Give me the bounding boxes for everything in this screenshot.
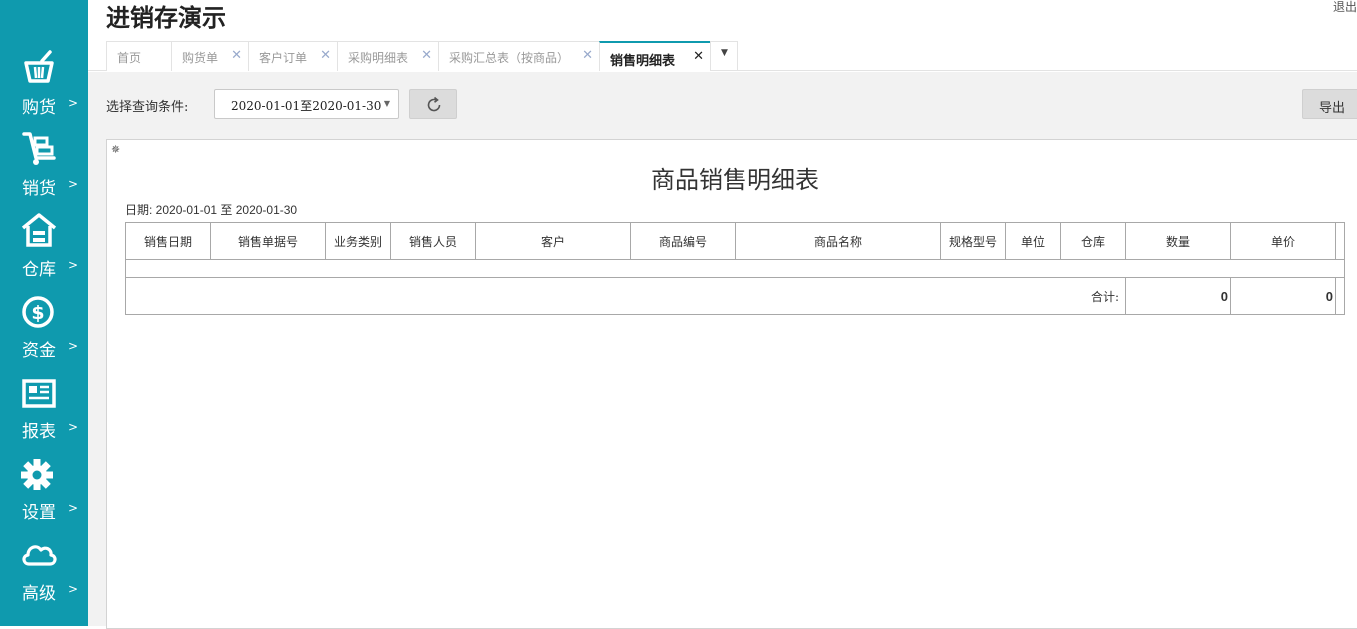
basket-icon — [24, 50, 54, 83]
sidebar-item-reports[interactable]: 报表 > — [0, 367, 88, 448]
settings-gear-icon[interactable]: ✵ — [111, 143, 120, 156]
sidebar-item-label: 报表 — [22, 422, 56, 442]
sidebar-item-label: 购货 — [22, 98, 56, 118]
table-total-row: 合计: 0 0 — [125, 277, 1345, 315]
caret-down-icon: ▼ — [721, 48, 728, 58]
column-header[interactable]: 数量 — [1125, 222, 1231, 260]
column-header[interactable]: 销售人员 — [390, 222, 476, 260]
refresh-icon — [427, 96, 441, 112]
tab-home[interactable]: 首页 — [106, 41, 172, 71]
column-header[interactable]: 销售日期 — [125, 222, 211, 260]
tab-purchase-order[interactable]: 购货单 ✕ — [171, 41, 249, 71]
chevron-right-icon: > — [68, 339, 79, 353]
close-icon[interactable]: ✕ — [231, 48, 242, 63]
column-header[interactable]: 业务类别 — [325, 222, 391, 260]
logout-link[interactable]: 退出 — [1333, 0, 1357, 15]
sidebar-item-label: 高级 — [22, 584, 56, 604]
total-overflow-cell — [1335, 277, 1345, 315]
dollar-circle-icon: $ — [22, 296, 54, 328]
sidebar-item-label: 销货 — [22, 179, 56, 199]
report-panel: ✵ 商品销售明细表 日期: 2020-01-01 至 2020-01-30 销售… — [106, 139, 1357, 629]
top-bar: 进销存演示 退出 首页 购货单 ✕ 客户订单 ✕ 采购明细表 ✕ 采购汇总表（按… — [88, 0, 1357, 71]
chevron-right-icon: > — [68, 96, 79, 110]
date-range-select[interactable]: 2020-01-01至2020-01-30 ▼ — [214, 89, 399, 119]
tab-label: 采购汇总表（按商品） — [449, 51, 570, 65]
cloud-icon — [22, 545, 57, 566]
sidebar-item-sales[interactable]: 销货 > — [0, 124, 88, 205]
close-icon[interactable]: ✕ — [320, 48, 331, 63]
sidebar: 购货 > 销货 > 仓库 > $ 资金 > 报表 > 设置 > 高级 > — [0, 0, 88, 626]
app-title: 进销存演示 — [106, 4, 226, 32]
tab-purchase-detail[interactable]: 采购明细表 ✕ — [337, 41, 439, 71]
chevron-right-icon: > — [68, 258, 79, 272]
export-label: 导出 — [1319, 101, 1346, 116]
report-table: 销售日期 销售单据号 业务类别 销售人员 客户 商品编号 商品名称 规格型号 单… — [125, 222, 1345, 315]
column-header-overflow — [1335, 222, 1345, 260]
export-button[interactable]: 导出 — [1302, 89, 1357, 119]
sidebar-item-funds[interactable]: $ 资金 > — [0, 286, 88, 367]
empty-cell — [125, 259, 1345, 278]
column-header[interactable]: 客户 — [475, 222, 631, 260]
total-label: 合计: — [125, 277, 1126, 315]
chevron-right-icon: > — [68, 582, 79, 596]
tab-purchase-summary[interactable]: 采购汇总表（按商品） ✕ — [438, 41, 600, 71]
report-date-range: 日期: 2020-01-01 至 2020-01-30 — [125, 203, 298, 217]
chevron-right-icon: > — [68, 420, 79, 434]
tab-sales-detail[interactable]: 销售明细表 ✕ — [599, 41, 711, 71]
warehouse-icon — [21, 213, 57, 247]
sidebar-item-label: 资金 — [22, 341, 56, 361]
refresh-button[interactable] — [409, 89, 457, 119]
column-header[interactable]: 商品编号 — [630, 222, 736, 260]
sidebar-item-advanced[interactable]: 高级 > — [0, 529, 88, 610]
table-header-row: 销售日期 销售单据号 业务类别 销售人员 客户 商品编号 商品名称 规格型号 单… — [125, 222, 1345, 260]
column-header[interactable]: 销售单据号 — [210, 222, 326, 260]
column-header[interactable]: 仓库 — [1060, 222, 1126, 260]
filter-label: 选择查询条件: — [106, 100, 189, 115]
report-icon — [22, 379, 56, 408]
caret-down-icon: ▼ — [383, 99, 390, 108]
column-header[interactable]: 单价 — [1230, 222, 1336, 260]
tab-more-button[interactable]: ▼ — [710, 41, 738, 71]
close-icon[interactable]: ✕ — [693, 49, 704, 64]
sidebar-item-label: 设置 — [22, 503, 56, 523]
close-icon[interactable]: ✕ — [421, 48, 432, 63]
chevron-right-icon: > — [68, 177, 79, 191]
chevron-right-icon: > — [68, 501, 79, 515]
sidebar-item-purchase[interactable]: 购货 > — [0, 43, 88, 124]
main-content: 选择查询条件: 2020-01-01至2020-01-30 ▼ 导出 ✵ 商品销… — [88, 72, 1357, 629]
column-header[interactable]: 商品名称 — [735, 222, 941, 260]
hand-truck-icon — [22, 132, 56, 165]
gear-icon — [21, 459, 53, 490]
total-price: 0 — [1230, 277, 1336, 315]
sidebar-item-warehouse[interactable]: 仓库 > — [0, 205, 88, 286]
column-header[interactable]: 单位 — [1005, 222, 1061, 260]
tab-label: 购货单 — [182, 51, 219, 65]
sidebar-item-settings[interactable]: 设置 > — [0, 448, 88, 529]
table-row-empty — [125, 259, 1345, 278]
date-range-value: 2020-01-01至2020-01-30 — [231, 99, 382, 113]
tab-label: 客户订单 — [259, 51, 308, 65]
svg-text:$: $ — [31, 302, 44, 324]
total-quantity: 0 — [1125, 277, 1231, 315]
tab-customer-orders[interactable]: 客户订单 ✕ — [248, 41, 338, 71]
close-icon[interactable]: ✕ — [582, 48, 593, 63]
tab-label: 销售明细表 — [610, 54, 676, 69]
column-header[interactable]: 规格型号 — [940, 222, 1006, 260]
tab-label: 首页 — [117, 51, 142, 65]
sidebar-item-label: 仓库 — [22, 260, 56, 280]
tab-label: 采购明细表 — [348, 51, 409, 65]
report-title: 商品销售明细表 — [651, 166, 819, 194]
